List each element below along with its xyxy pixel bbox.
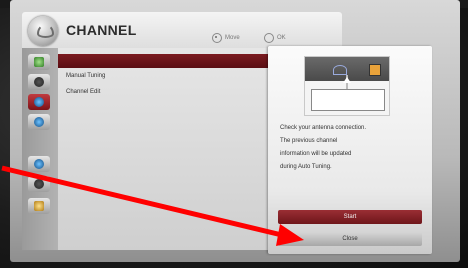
menu-item-manual-tuning[interactable]: Manual Tuning [58, 70, 268, 84]
audio-settings-icon[interactable] [28, 74, 50, 90]
ok-hint: OK [264, 33, 286, 43]
connection-arrow-icon [343, 77, 351, 83]
dialog-message-line: information will be updated [280, 151, 352, 157]
antenna-icon [333, 65, 347, 75]
page-title: CHANNEL [66, 22, 137, 38]
dialog-message-line: during Auto Tuning. [280, 164, 332, 170]
auto-tuning-dialog: Check your antenna connection. The previ… [268, 46, 432, 254]
antenna-port-icon [369, 64, 381, 76]
settings-category-sidebar [22, 48, 58, 250]
channel-satellite-logo-icon [28, 16, 58, 46]
dialog-message: Check your antenna connection. The previ… [280, 122, 424, 174]
channel-header: CHANNEL Move OK [22, 12, 342, 48]
menu-item-label: Channel Edit [66, 89, 101, 95]
option-settings-icon[interactable] [28, 176, 50, 192]
antenna-connection-diagram [304, 56, 390, 116]
move-hint: Move [212, 33, 240, 43]
close-button[interactable]: Close [278, 232, 422, 246]
network-settings-icon[interactable] [28, 156, 50, 172]
dialog-message-line: Check your antenna connection. [280, 125, 367, 131]
move-arrows-icon [212, 33, 222, 43]
move-hint-label: Move [225, 35, 240, 41]
wall-outlet [311, 89, 385, 111]
menu-item-auto-tuning[interactable] [58, 54, 268, 68]
picture-settings-icon[interactable] [28, 54, 50, 70]
support-settings-icon[interactable] [28, 198, 50, 214]
menu-item-label: Manual Tuning [66, 73, 106, 79]
menu-item-channel-edit[interactable]: Channel Edit [58, 86, 268, 100]
start-button[interactable]: Start [278, 210, 422, 224]
dialog-message-line: The previous channel [280, 138, 338, 144]
ok-hint-label: OK [277, 35, 286, 41]
satellite-dish-icon [37, 24, 54, 38]
ok-button-icon [264, 33, 274, 43]
channel-menu-list: Manual Tuning Channel Edit [58, 48, 268, 250]
time-settings-icon[interactable] [28, 114, 50, 130]
channel-settings-icon[interactable] [28, 94, 50, 110]
